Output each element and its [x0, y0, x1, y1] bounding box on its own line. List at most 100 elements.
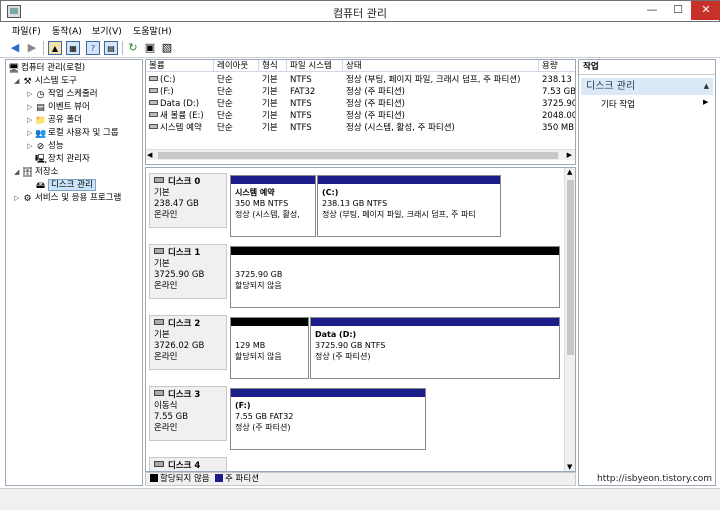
primary-partition-swatch	[215, 474, 224, 482]
window-title: 컴퓨터 관리	[332, 7, 388, 20]
shared-folder-icon: 📁	[35, 116, 47, 126]
collapse-triangle-icon[interactable]: ◢	[14, 75, 22, 87]
column-type[interactable]: 형식	[259, 60, 287, 72]
console-tree: 🖥 컴퓨터 관리(로컬) ◢ ⚒ 시스템 도구 ▷ ◷ 작업 스케줄러 ▷ ▤ 이벤트 뷰어 …	[5, 59, 143, 486]
tree-root[interactable]: 🖥 컴퓨터 관리(로컬)	[8, 62, 85, 74]
watermark-url: http://isbyeon.tistory.com	[597, 474, 712, 484]
disk-3-label[interactable]: 디스크 3 이동식 7.55 GB 온라인	[149, 386, 227, 441]
scroll-left-icon[interactable]: ◀	[147, 150, 152, 161]
tree-performance[interactable]: ▷ ⊘ 성능	[27, 140, 64, 152]
expand-triangle-icon[interactable]: ▷	[27, 114, 35, 126]
back-arrow-icon[interactable]: ◀	[8, 41, 22, 55]
horizontal-scrollbar[interactable]: ◀ ▶	[146, 149, 575, 160]
action-pane-icon[interactable]: ▤	[104, 41, 118, 55]
forward-arrow-icon[interactable]: ▶	[25, 41, 39, 55]
disk-graphical-view: 디스크 0 기본 238.47 GB 온라인 시스템 예약 350 MB NTF…	[145, 167, 576, 472]
status-bar	[0, 488, 720, 510]
partition-unallocated[interactable]: 3725.90 GB 할당되지 않음	[230, 246, 560, 308]
partition-legend: 할당되지 않음 주 파티션	[145, 472, 576, 486]
performance-icon: ⊘	[36, 142, 45, 152]
menu-view[interactable]: 보기(V)	[92, 24, 122, 37]
partition-f[interactable]: (F:) 7.55 GB FAT32 정상 (주 파티션)	[230, 388, 426, 450]
up-folder-icon[interactable]: ▲	[48, 41, 62, 55]
unallocated-swatch	[150, 474, 158, 482]
scroll-down-icon[interactable]: ▼	[567, 463, 572, 471]
scroll-up-icon[interactable]: ▲	[567, 168, 572, 176]
tree-services-apps[interactable]: ▷ ⚙ 서비스 및 응용 프로그램	[14, 192, 121, 204]
collapse-up-icon[interactable]: ▲	[704, 78, 709, 95]
disk-2-label[interactable]: 디스크 2 기본 3726.02 GB 온라인	[149, 315, 227, 370]
volume-icon	[149, 76, 158, 81]
submenu-arrow-icon[interactable]: ▶	[703, 98, 708, 106]
collapse-triangle-icon[interactable]: ◢	[14, 166, 22, 178]
expand-triangle-icon[interactable]: ▷	[27, 127, 35, 139]
menu-file[interactable]: 파일(F)	[12, 24, 41, 37]
close-button[interactable]: ✕	[691, 1, 720, 20]
scrollbar-thumb[interactable]	[567, 180, 574, 355]
volume-list: 볼륨 레이아웃 형식 파일 시스템 상태 용량 (C:) 단순 기본 NTFS …	[145, 59, 576, 165]
table-row[interactable]: (F:) 단순 기본 FAT32 정상 (주 파티션) 7.53 GB	[146, 86, 575, 98]
services-icon: ⚙	[23, 194, 32, 204]
console-tree-icon[interactable]: ▦	[66, 41, 80, 55]
more-actions-item[interactable]: 기타 작업	[601, 98, 635, 110]
column-filesystem[interactable]: 파일 시스템	[287, 60, 343, 72]
tree-shared-folders[interactable]: ▷ 📁 공유 폴더	[27, 114, 82, 126]
expand-triangle-icon[interactable]: ▷	[27, 140, 35, 152]
removable-disk-icon	[154, 390, 164, 396]
disk-icon	[154, 248, 164, 254]
storage-icon: 🗄	[22, 168, 34, 178]
disk-0-label[interactable]: 디스크 0 기본 238.47 GB 온라인	[149, 173, 227, 228]
event-log-icon: ▤	[36, 103, 45, 113]
actions-pane: 작업 디스크 관리 ▲ 기타 작업 ▶	[578, 59, 716, 486]
tree-system-tools[interactable]: ◢ ⚒ 시스템 도구	[14, 75, 77, 87]
volume-list-header: 볼륨 레이아웃 형식 파일 시스템 상태 용량	[146, 60, 575, 72]
column-layout[interactable]: 레이아웃	[214, 60, 259, 72]
column-volume[interactable]: 볼륨	[146, 60, 214, 72]
disk-1-label[interactable]: 디스크 1 기본 3725.90 GB 온라인	[149, 244, 227, 299]
clock-icon: ◷	[36, 90, 45, 100]
device-manager-icon: 🖳	[35, 155, 48, 165]
disk-4-label[interactable]: 디스크 4	[149, 457, 227, 471]
menu-bar: 파일(F) 동작(A) 보기(V) 도움말(H)	[0, 22, 720, 38]
menu-action[interactable]: 동작(A)	[52, 24, 82, 37]
tree-device-manager[interactable]: 🖳장치 관리자	[35, 153, 90, 165]
toolbar: ◀ ▶ ▲ ▦ ? ▤ ↻ ▣ ▧	[0, 38, 720, 58]
table-row[interactable]: (C:) 단순 기본 NTFS 정상 (부팅, 페이지 파일, 크래시 덤프, …	[146, 74, 575, 86]
refresh-icon[interactable]: ↻	[126, 41, 140, 55]
properties-icon[interactable]: ▣	[143, 41, 157, 55]
partition-c[interactable]: (C:) 238.13 GB NTFS 정상 (부팅, 페이지 파일, 크래시 …	[317, 175, 501, 237]
tree-event-viewer[interactable]: ▷ ▤ 이벤트 뷰어	[27, 101, 90, 113]
maximize-button[interactable]: ☐	[665, 1, 691, 20]
title-bar: 컴퓨터 관리 — ☐ ✕	[0, 0, 720, 22]
column-status[interactable]: 상태	[343, 60, 539, 72]
column-capacity[interactable]: 용량	[539, 60, 575, 72]
tree-disk-management[interactable]: 🖴 디스크 관리	[35, 179, 96, 191]
users-icon: 👥	[35, 129, 47, 139]
partition-d[interactable]: Data (D:) 3725.90 GB NTFS 정상 (주 파티션)	[310, 317, 560, 379]
expand-triangle-icon[interactable]: ▷	[14, 192, 22, 204]
scroll-right-icon[interactable]: ▶	[567, 150, 572, 161]
actions-title: 작업	[579, 60, 715, 75]
disk-icon	[154, 461, 164, 467]
expand-triangle-icon[interactable]: ▷	[27, 101, 35, 113]
menu-help[interactable]: 도움말(H)	[133, 24, 172, 37]
partition-unallocated[interactable]: 129 MB 할당되지 않음	[230, 317, 309, 379]
table-row[interactable]: 새 볼륨 (E:) 단순 기본 NTFS 정상 (주 파티션) 2048.00	[146, 110, 575, 122]
table-row[interactable]: Data (D:) 단순 기본 NTFS 정상 (주 파티션) 3725.90	[146, 98, 575, 110]
partition-system-reserved[interactable]: 시스템 예약 350 MB NTFS 정상 (시스템, 활성,	[230, 175, 316, 237]
scrollbar-thumb[interactable]	[158, 152, 558, 159]
table-row[interactable]: 시스템 예약 단순 기본 NTFS 정상 (시스템, 활성, 주 파티션) 35…	[146, 122, 575, 134]
tree-task-scheduler[interactable]: ▷ ◷ 작업 스케줄러	[27, 88, 98, 100]
tree-storage[interactable]: ◢ 🗄 저장소	[14, 166, 58, 178]
tools-icon: ⚒	[23, 77, 32, 87]
volume-icon	[149, 100, 158, 105]
computer-icon: 🖥	[8, 64, 20, 74]
minimize-button[interactable]: —	[639, 1, 665, 20]
disk-settings-icon[interactable]: ▧	[160, 41, 174, 55]
actions-section-disk-management[interactable]: 디스크 관리 ▲	[581, 78, 713, 95]
expand-triangle-icon[interactable]: ▷	[27, 88, 35, 100]
disk-management-icon: 🖴	[35, 181, 46, 191]
help-icon[interactable]: ?	[86, 41, 100, 55]
vertical-scrollbar[interactable]: ▲ ▼	[564, 168, 575, 471]
tree-local-users[interactable]: ▷ 👥 로컬 사용자 및 그룹	[27, 127, 119, 139]
